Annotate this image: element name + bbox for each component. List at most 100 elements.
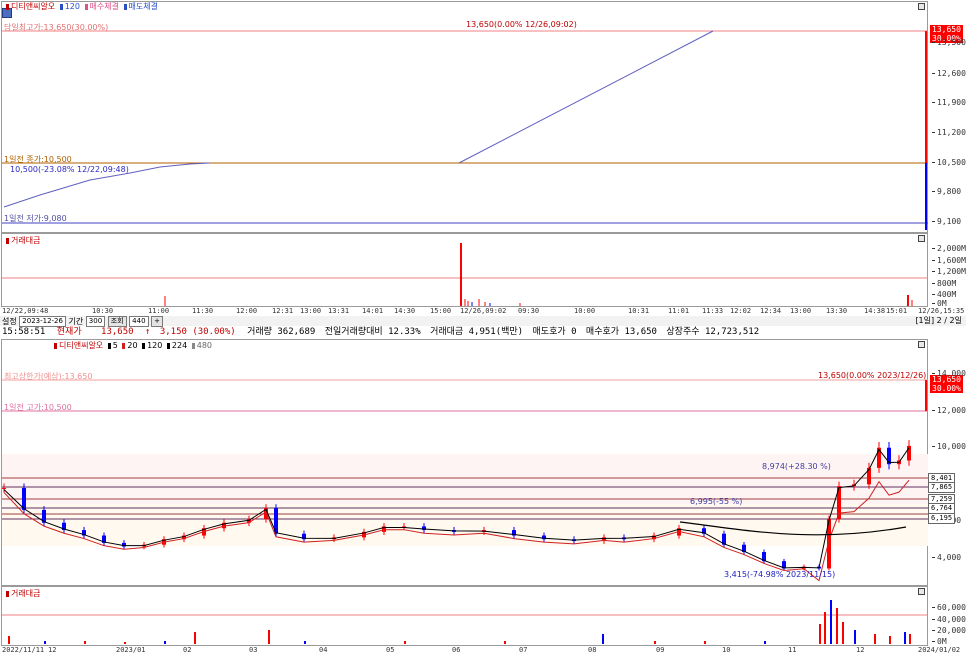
- x-tick: 12/22,09:48: [2, 307, 49, 315]
- x-tick: 14:30: [394, 307, 416, 315]
- settings-label[interactable]: 설정: [2, 317, 17, 326]
- daily-x-tick: 09: [656, 646, 665, 654]
- level-box: 6,195: [928, 513, 956, 524]
- daily-y-tick: 4,000: [932, 553, 961, 562]
- y-tick: 12,600: [932, 69, 966, 78]
- x-tick: 13:00: [300, 307, 322, 315]
- amount-value: 4,951(백만): [468, 327, 524, 337]
- ask-caption: 매도호가: [532, 327, 566, 337]
- level-box: 7,865: [928, 482, 956, 493]
- volume-bar: [704, 641, 706, 644]
- daily-x-tick: 12: [48, 646, 57, 654]
- vol-tick: 2,000M: [932, 244, 966, 253]
- quote-info-bar: 15:58:51 현재가 13,650 ↑ 3,150 (30.00%) 거래량…: [0, 326, 966, 338]
- daily-x-tick: 04: [319, 646, 328, 654]
- intraday-price-chart: [2, 30, 928, 230]
- daily-x-tick: 07: [519, 646, 528, 654]
- x-tick: 12/26,15:35: [918, 307, 965, 315]
- daily-upper-limit-label: 최고상한가(예상):13,650: [4, 372, 93, 381]
- volume-bar: [268, 630, 270, 644]
- page-status: [1일] 2 / 2일: [915, 316, 962, 325]
- ask-value: 0: [571, 327, 577, 337]
- daily-mid-marker-2: 6,995(-55 %): [690, 497, 743, 506]
- volume-value: 362,689: [277, 327, 316, 337]
- volume-bar: [889, 636, 891, 644]
- vs-prev-caption: 전일거래량대비: [324, 327, 383, 337]
- y-tick: 11,200: [932, 128, 966, 137]
- volume-bar: [124, 642, 126, 644]
- x-tick: 10:31: [628, 307, 650, 315]
- y-tick: 10,500: [932, 158, 966, 167]
- volume-caption: 거래량: [247, 327, 272, 337]
- x-tick: 12:00: [236, 307, 258, 315]
- volume-bar: [504, 641, 506, 644]
- listed-value: 12,723,512: [704, 327, 760, 337]
- daily-x-tick: 10: [722, 646, 731, 654]
- high-marker-label: 13,650(0.00% 12/26,09:02): [466, 20, 577, 29]
- y-tick: 9,100: [932, 217, 961, 226]
- daily-price-tag-percent: 30.00%: [932, 384, 961, 393]
- x-tick: 11:01: [668, 307, 690, 315]
- x-tick: 13:00: [790, 307, 812, 315]
- x-tick: 12:02: [730, 307, 752, 315]
- listed-caption: 상장주수: [666, 327, 700, 337]
- x-tick: 11:00: [148, 307, 170, 315]
- bid-value: 13,650: [624, 327, 657, 337]
- x-tick: 15:01: [886, 307, 908, 315]
- x-tick: 13:31: [328, 307, 350, 315]
- daily-volume-chart: [2, 600, 928, 644]
- volume-bar: [909, 634, 911, 644]
- y-tick: 9,800: [932, 187, 961, 196]
- volume-bar: [602, 634, 604, 644]
- volume-bar: [874, 634, 876, 644]
- intraday-volume-chart: [2, 243, 928, 306]
- period-label: 기간: [68, 317, 84, 326]
- vol-tick: 1,200M: [932, 267, 966, 276]
- current-price: 13,650: [101, 327, 134, 337]
- volume-bar: [824, 612, 826, 644]
- vol-tick: 800M: [932, 279, 956, 288]
- daily-x-tick: 06: [452, 646, 461, 654]
- volume-bar: [764, 641, 766, 644]
- x-tick: 12:34: [760, 307, 782, 315]
- daily-x-tick: 2023/01: [116, 646, 146, 654]
- vs-prev-value: 12.33%: [388, 327, 421, 337]
- low-marker-label: 10,500(-23.08% 12/22,09:48): [10, 165, 129, 174]
- x-tick: 11:33: [702, 307, 724, 315]
- upper-limit-label: 당일최고가:13,650(30.00%): [4, 23, 109, 32]
- volume-bar: [304, 641, 306, 644]
- current-price-label: 현재가: [56, 327, 82, 337]
- volume-bar: [44, 641, 46, 644]
- chart-toolbar: 설정 2023-12-26 기간 300 조회 440 + [1일] 2 / 2…: [0, 316, 966, 327]
- x-tick: 12/26,09:02: [460, 307, 507, 315]
- x-tick: 14:38: [864, 307, 886, 315]
- vol-tick: 400M: [932, 290, 956, 299]
- daily-x-tick: 2024/01/02: [918, 646, 961, 654]
- daily-x-tick: 08: [588, 646, 597, 654]
- quote-time: 15:58:51: [2, 327, 46, 337]
- x-tick: 12:31: [272, 307, 294, 315]
- y-tick: 11,900: [932, 98, 966, 107]
- daily-y-tick: 10,000: [932, 442, 966, 451]
- volume-bar: [830, 600, 832, 644]
- x-tick: 10:00: [574, 307, 596, 315]
- daily-y-tick: 14,000: [932, 369, 966, 378]
- candle-body: [2, 487, 6, 489]
- daily-x-tick: 12: [856, 646, 865, 654]
- volume-bar: [8, 636, 10, 644]
- volume-bar: [836, 608, 838, 644]
- volume-bar: [654, 641, 656, 644]
- x-tick: 11:30: [192, 307, 214, 315]
- daily-vol-tick: 60,000M: [932, 603, 966, 612]
- x-tick: 14:01: [362, 307, 384, 315]
- up-arrow-icon: ↑: [144, 327, 151, 337]
- y-tick: 13,500: [932, 38, 966, 47]
- daily-x-tick: 03: [249, 646, 258, 654]
- x-tick: 13:30: [826, 307, 848, 315]
- x-tick: 15:00: [430, 307, 452, 315]
- volume-bar: [854, 630, 856, 644]
- daily-x-tick: 11: [788, 646, 797, 654]
- prev-close-label: 1일전 종가:10,500: [4, 155, 72, 164]
- daily-vol-tick: 40,000M: [932, 615, 966, 624]
- volume-bar: [194, 632, 196, 644]
